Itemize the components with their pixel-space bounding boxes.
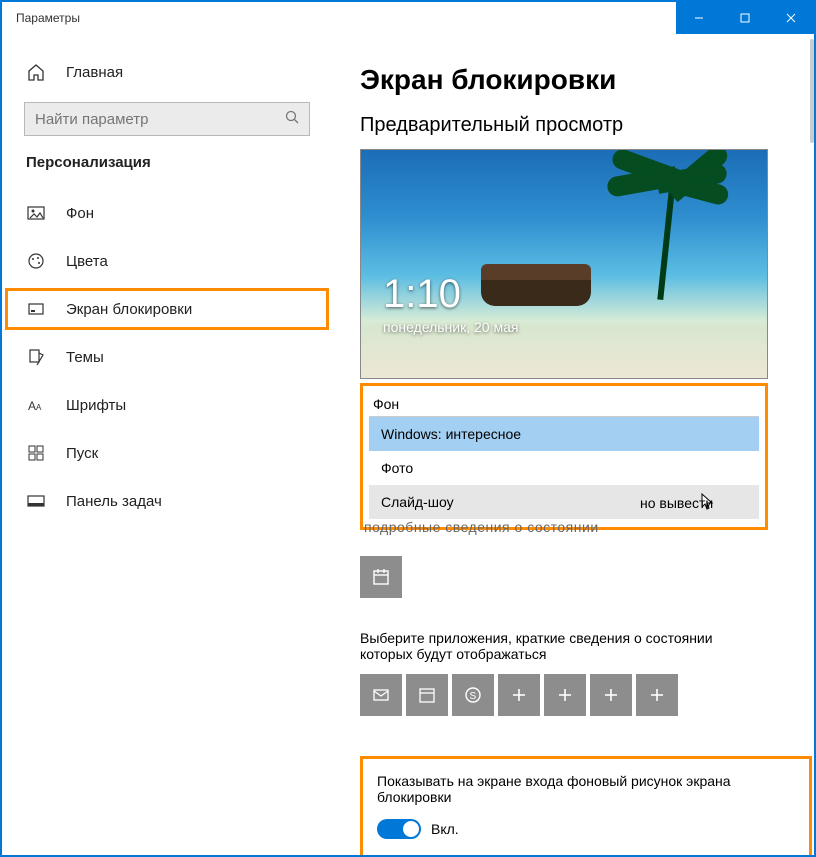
svg-text:A: A	[36, 403, 42, 412]
sidebar-item-background[interactable]: Фон	[2, 189, 332, 237]
themes-icon	[26, 347, 46, 367]
fonts-icon: AA	[26, 395, 46, 415]
quick-tile-mail[interactable]	[360, 674, 402, 716]
sidebar-item-label: Фон	[66, 205, 94, 222]
quick-status-label: Выберите приложения, краткие сведения о …	[360, 630, 760, 662]
search-icon	[285, 110, 299, 129]
dropdown-option-label: Слайд-шоу	[381, 494, 454, 510]
svg-text:S: S	[470, 691, 477, 702]
picture-icon	[26, 203, 46, 223]
sidebar-item-label: Цвета	[66, 253, 108, 270]
sidebar-item-label: Панель задач	[66, 493, 162, 510]
preview-date: понедельник, 20 мая	[383, 319, 518, 335]
obscured-text-right: но вывести	[640, 495, 713, 511]
sidebar-item-start[interactable]: Пуск	[2, 429, 332, 477]
maximize-button[interactable]	[722, 2, 768, 34]
palette-icon	[26, 251, 46, 271]
taskbar-icon	[26, 491, 46, 511]
quick-tile-add[interactable]	[498, 674, 540, 716]
sidebar-item-taskbar[interactable]: Панель задач	[2, 477, 332, 525]
quick-tile-add[interactable]	[590, 674, 632, 716]
sidebar-item-label: Пуск	[66, 445, 98, 462]
sidebar-item-colors[interactable]: Цвета	[2, 237, 332, 285]
sidebar-item-label: Темы	[66, 349, 104, 366]
quick-tile-add[interactable]	[544, 674, 586, 716]
background-label: Фон	[373, 396, 759, 412]
signin-background-toggle[interactable]	[377, 819, 421, 839]
preview-time: 1:10	[383, 272, 518, 317]
quick-tile-add[interactable]	[636, 674, 678, 716]
lockscreen-icon	[26, 299, 46, 319]
sidebar-item-label: Шрифты	[66, 397, 126, 414]
search-input[interactable]	[35, 111, 285, 128]
toggle-state: Вкл.	[431, 821, 459, 837]
home-icon	[26, 62, 46, 82]
search-input-wrap[interactable]	[24, 102, 310, 136]
scrollbar[interactable]	[810, 39, 814, 143]
close-button[interactable]	[768, 2, 814, 34]
sidebar-item-label: Экран блокировки	[66, 301, 192, 318]
nav-home-label: Главная	[66, 64, 123, 81]
page-title: Экран блокировки	[360, 64, 778, 96]
sidebar-item-fonts[interactable]: AA Шрифты	[2, 381, 332, 429]
nav-home[interactable]: Главная	[2, 52, 332, 92]
preview-label: Предварительный просмотр	[360, 114, 778, 137]
minimize-button[interactable]	[676, 2, 722, 34]
quick-status-tiles: S	[360, 674, 778, 716]
dropdown-option-spotlight[interactable]: Windows: интересное	[369, 417, 759, 451]
obscured-text-below: подробные сведения о состоянии	[364, 519, 599, 535]
svg-text:A: A	[28, 399, 36, 413]
toggle-label: Показывать на экране входа фоновый рисун…	[377, 773, 795, 805]
quick-tile-calendar[interactable]	[406, 674, 448, 716]
detailed-status-tile[interactable]	[360, 556, 402, 598]
sidebar-item-themes[interactable]: Темы	[2, 333, 332, 381]
lockscreen-preview: 1:10 понедельник, 20 мая	[360, 149, 768, 379]
signin-background-toggle-highlight: Показывать на экране входа фоновый рисун…	[360, 756, 812, 855]
quick-tile-skype[interactable]: S	[452, 674, 494, 716]
sidebar-item-lockscreen[interactable]: Экран блокировки	[2, 285, 332, 333]
dropdown-option-photo[interactable]: Фото	[369, 451, 759, 485]
section-header: Персонализация	[2, 154, 332, 181]
window-title: Параметры	[2, 11, 676, 25]
start-icon	[26, 443, 46, 463]
